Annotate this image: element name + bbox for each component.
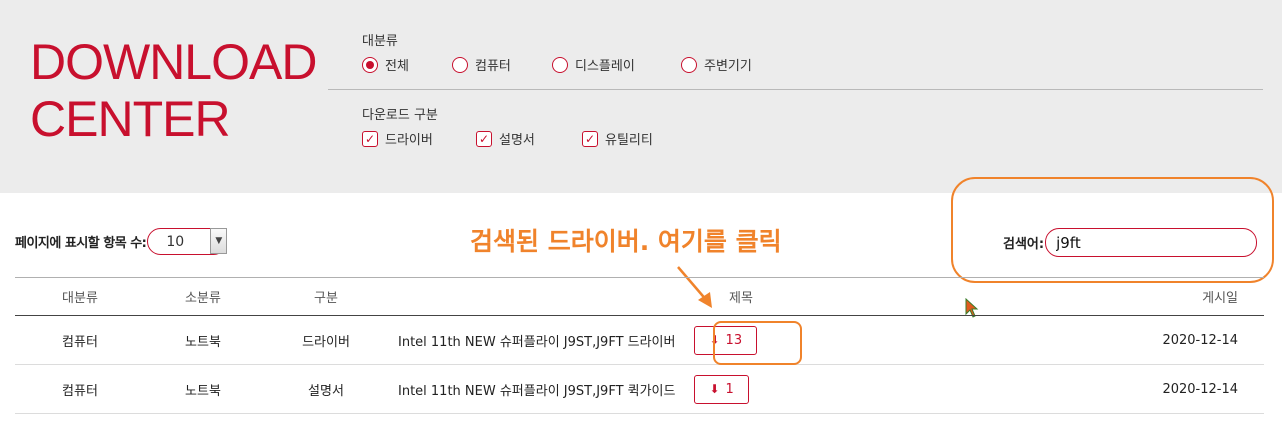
per-page-control: 페이지에 표시할 항목 수: 10 ▼ bbox=[15, 228, 228, 255]
checkmark-icon: ✓ bbox=[362, 130, 378, 147]
type-group-label: 다운로드 구분 bbox=[362, 108, 438, 123]
category-radio-computer[interactable]: 컴퓨터 bbox=[452, 55, 552, 74]
category-radio-label: 전체 bbox=[385, 59, 409, 74]
search-control: 검색어: bbox=[1003, 228, 1258, 257]
category-radio-peripherals[interactable]: 주변기기 bbox=[681, 55, 752, 74]
column-header-subcategory: 소분류 bbox=[185, 291, 221, 306]
row-title-link[interactable]: Intel 11th NEW 슈퍼플라이 J9ST,J9FT 드라이버 bbox=[398, 331, 675, 350]
column-header-category: 대분류 bbox=[62, 291, 98, 306]
category-options: 전체 컴퓨터 디스플레이 주변기기 bbox=[362, 55, 1263, 74]
column-header-date: 게시일 bbox=[1202, 291, 1238, 306]
category-radio-all[interactable]: 전체 bbox=[362, 55, 452, 74]
row-title-link[interactable]: Intel 11th NEW 슈퍼플라이 J9ST,J9FT 퀵가이드 bbox=[398, 380, 675, 399]
table-row: 컴퓨터 노트북 설명서 Intel 11th NEW 슈퍼플라이 J9ST,J9… bbox=[15, 365, 1264, 414]
download-highlight-outline bbox=[713, 321, 802, 365]
download-icon: ⬇ bbox=[709, 382, 720, 396]
radio-selected-icon bbox=[362, 56, 378, 73]
per-page-value: 10 bbox=[166, 233, 185, 250]
category-radio-label: 주변기기 bbox=[704, 59, 752, 74]
category-radio-label: 컴퓨터 bbox=[475, 59, 511, 74]
downloads-table: 대분류 소분류 구분 제목 게시일 컴퓨터 노트북 드라이버 Intel 11t… bbox=[15, 277, 1264, 414]
cell-type: 설명서 bbox=[308, 383, 344, 399]
per-page-label: 페이지에 표시할 항목 수: bbox=[15, 236, 147, 251]
type-check-label: 드라이버 bbox=[385, 133, 433, 148]
search-input[interactable] bbox=[1045, 228, 1258, 257]
download-button[interactable]: ⬇ 1 bbox=[694, 374, 749, 404]
filters: 대분류 전체 컴퓨터 디스플레이 주변기기 다운로드 구분 ✓ 드라이버 ✓ 설… bbox=[328, 30, 1263, 148]
radio-icon bbox=[552, 56, 568, 73]
checkmark-icon: ✓ bbox=[476, 130, 492, 147]
chevron-down-icon[interactable]: ▼ bbox=[210, 228, 228, 254]
annotation-text: 검색된 드라이버. 여기를 클릭 bbox=[470, 227, 782, 256]
page-title: DOWNLOAD CENTER bbox=[30, 34, 317, 148]
column-header-title: 제목 bbox=[729, 291, 753, 306]
cell-title: Intel 11th NEW 슈퍼플라이 J9ST,J9FT 퀵가이드 ⬇ 1 bbox=[391, 374, 1091, 404]
type-check-label: 유틸리티 bbox=[605, 133, 653, 148]
type-check-utility[interactable]: ✓ 유틸리티 bbox=[582, 129, 653, 148]
cell-category: 컴퓨터 bbox=[62, 383, 98, 399]
cell-type: 드라이버 bbox=[302, 334, 350, 350]
filter-panel: DOWNLOAD CENTER 대분류 전체 컴퓨터 디스플레이 주변기기 다운 bbox=[0, 0, 1282, 193]
search-label: 검색어: bbox=[1003, 237, 1045, 252]
category-radio-display[interactable]: 디스플레이 bbox=[552, 55, 681, 74]
page-title-line2: CENTER bbox=[30, 91, 231, 147]
cell-date: 2020-12-14 bbox=[1162, 381, 1238, 397]
type-check-manual[interactable]: ✓ 설명서 bbox=[476, 129, 582, 148]
category-radio-label: 디스플레이 bbox=[575, 59, 635, 74]
radio-icon bbox=[452, 56, 468, 73]
radio-icon bbox=[681, 56, 697, 73]
category-group-label: 대분류 bbox=[362, 34, 398, 49]
type-check-driver[interactable]: ✓ 드라이버 bbox=[362, 129, 476, 148]
cell-category: 컴퓨터 bbox=[62, 334, 98, 350]
cell-subcategory: 노트북 bbox=[185, 334, 221, 350]
per-page-select[interactable]: 10 ▼ bbox=[147, 228, 228, 255]
checkmark-icon: ✓ bbox=[582, 130, 598, 147]
column-header-type: 구분 bbox=[314, 291, 338, 306]
download-count: 1 bbox=[725, 381, 734, 397]
page-title-line1: DOWNLOAD bbox=[30, 34, 317, 90]
type-check-label: 설명서 bbox=[499, 133, 535, 148]
type-options: ✓ 드라이버 ✓ 설명서 ✓ 유틸리티 bbox=[362, 129, 1263, 148]
table-row: 컴퓨터 노트북 드라이버 Intel 11th NEW 슈퍼플라이 J9ST,J… bbox=[15, 316, 1264, 365]
cell-date: 2020-12-14 bbox=[1162, 332, 1238, 348]
filter-divider bbox=[328, 89, 1263, 90]
table-header: 대분류 소분류 구분 제목 게시일 bbox=[15, 278, 1264, 316]
cell-subcategory: 노트북 bbox=[185, 383, 221, 399]
